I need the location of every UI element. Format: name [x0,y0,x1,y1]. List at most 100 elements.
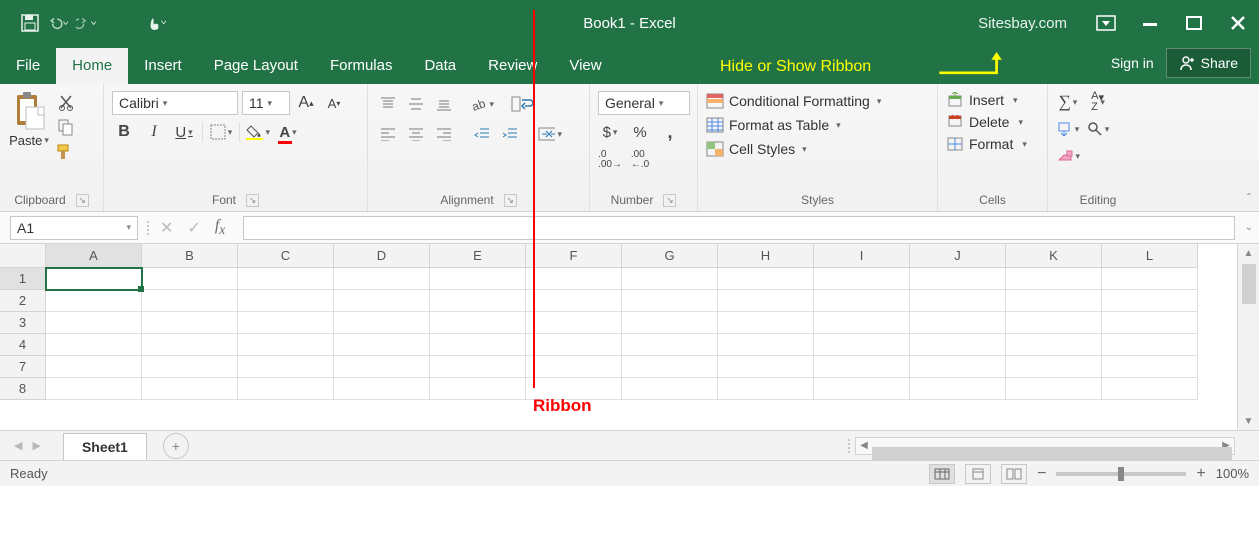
cell[interactable] [142,312,238,334]
undo-icon[interactable] [48,13,68,33]
cell[interactable] [622,378,718,400]
expand-formula-bar-icon[interactable]: ⌄ [1245,222,1253,233]
sheet-nav-next-icon[interactable]: ▶ [32,439,40,452]
column-header[interactable]: C [238,244,334,268]
wrap-text-icon[interactable] [510,93,534,115]
cell[interactable] [622,312,718,334]
cell[interactable] [718,378,814,400]
cell[interactable] [814,378,910,400]
zoom-in-icon[interactable]: + [1196,465,1205,483]
cell[interactable] [46,290,142,312]
cell[interactable] [622,334,718,356]
cell[interactable] [430,334,526,356]
cell[interactable] [334,290,430,312]
orientation-icon[interactable]: ab [470,93,494,115]
cell[interactable] [1102,356,1198,378]
cell[interactable] [718,290,814,312]
cell[interactable] [430,378,526,400]
cell[interactable] [142,356,238,378]
decrease-indent-icon[interactable] [470,123,494,145]
format-as-table-button[interactable]: Format as Table▾ [706,115,929,135]
cell[interactable] [526,268,622,290]
decrease-font-icon[interactable]: A▾ [322,92,346,114]
cell[interactable] [238,268,334,290]
cell[interactable] [238,378,334,400]
cell[interactable] [622,290,718,312]
cell[interactable] [46,312,142,334]
fill-icon[interactable] [1056,118,1080,140]
cell[interactable] [46,356,142,378]
column-header[interactable]: D [334,244,430,268]
cancel-formula-icon[interactable]: ✕ [160,218,173,238]
cell[interactable] [910,334,1006,356]
cell[interactable] [718,312,814,334]
bold-button[interactable]: B [112,121,136,143]
percent-format-icon[interactable]: % [628,121,652,143]
cell[interactable] [718,268,814,290]
formula-input[interactable] [243,216,1235,240]
font-color-icon[interactable]: A [276,121,300,143]
scroll-left-icon[interactable]: ◀ [856,440,872,451]
cell[interactable] [334,268,430,290]
underline-button[interactable]: U [172,121,196,143]
view-page-layout-icon[interactable] [965,464,991,484]
italic-button[interactable]: I [142,121,166,143]
cell-styles-button[interactable]: Cell Styles▾ [706,139,929,159]
cell[interactable] [1006,312,1102,334]
column-header[interactable]: F [526,244,622,268]
align-middle-icon[interactable] [404,93,428,115]
cell[interactable] [430,356,526,378]
column-header[interactable]: H [718,244,814,268]
align-right-icon[interactable] [432,123,456,145]
cut-icon[interactable] [54,91,78,113]
cell[interactable] [622,356,718,378]
cell[interactable] [910,312,1006,334]
sort-filter-icon[interactable]: AZ▾ [1086,91,1110,113]
increase-indent-icon[interactable] [498,123,522,145]
find-select-icon[interactable] [1086,118,1110,140]
cell[interactable] [334,334,430,356]
share-button[interactable]: Share [1166,48,1251,78]
tab-review[interactable]: Review [472,48,553,84]
cell[interactable] [334,312,430,334]
zoom-slider[interactable] [1056,472,1186,476]
cell[interactable] [526,356,622,378]
cell[interactable] [334,356,430,378]
row-header[interactable]: 2 [0,290,46,312]
clipboard-dialog-launcher-icon[interactable]: ↘ [76,194,89,207]
select-all-corner[interactable] [0,244,46,268]
cell[interactable] [526,334,622,356]
cell[interactable] [1006,290,1102,312]
cell[interactable] [718,356,814,378]
column-header[interactable]: B [142,244,238,268]
row-header[interactable]: 8 [0,378,46,400]
font-dialog-launcher-icon[interactable]: ↘ [246,194,259,207]
cell[interactable] [1102,312,1198,334]
sheet-tab-active[interactable]: Sheet1 [63,433,147,460]
save-icon[interactable] [20,13,40,33]
view-normal-icon[interactable] [929,464,955,484]
tab-page-layout[interactable]: Page Layout [198,48,314,84]
zoom-out-icon[interactable]: − [1037,465,1046,483]
cell[interactable] [430,268,526,290]
maximize-icon[interactable] [1183,12,1205,34]
column-header[interactable]: L [1102,244,1198,268]
scroll-down-icon[interactable]: ▼ [1244,412,1254,430]
cell[interactable] [814,356,910,378]
format-painter-icon[interactable] [54,141,78,163]
cell[interactable] [238,290,334,312]
clear-icon[interactable] [1056,145,1080,167]
align-center-icon[interactable] [404,123,428,145]
cell[interactable] [1102,290,1198,312]
minimize-icon[interactable] [1139,12,1161,34]
number-dialog-launcher-icon[interactable]: ↘ [663,194,676,207]
zoom-thumb[interactable] [1118,467,1124,481]
increase-font-icon[interactable]: A▴ [294,92,318,114]
comma-format-icon[interactable]: , [658,121,682,143]
cell[interactable] [142,268,238,290]
tab-data[interactable]: Data [408,48,472,84]
column-header[interactable]: G [622,244,718,268]
name-box[interactable]: A1 ▾ [10,216,138,240]
cell[interactable] [1006,334,1102,356]
insert-cells-button[interactable]: Insert▾ [946,91,1039,109]
